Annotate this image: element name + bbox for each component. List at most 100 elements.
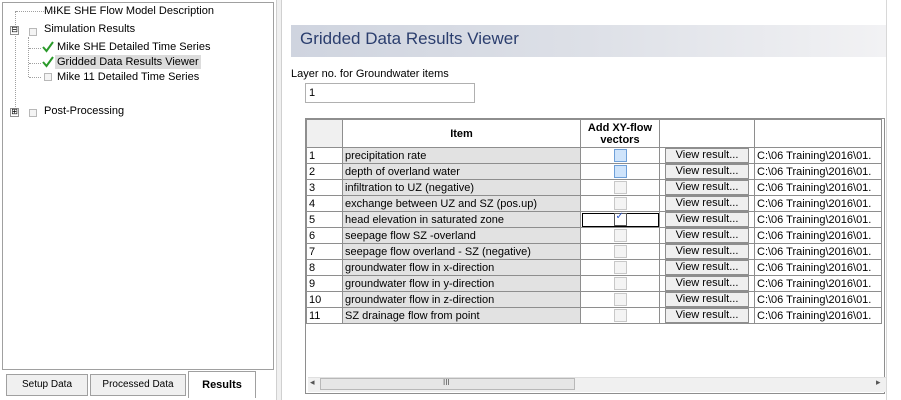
item-cell[interactable]: groundwater flow in y-direction (342, 275, 581, 292)
item-cell[interactable]: seepage flow SZ -overland (342, 227, 581, 244)
tree-item-detailed-time-series[interactable]: Mike SHE Detailed Time Series (57, 40, 210, 54)
path-cell[interactable]: C:\06 Training\2016\01. (754, 195, 882, 212)
row-number: 7 (306, 243, 343, 260)
view-result-button[interactable]: View result... (665, 180, 749, 195)
view-result-button[interactable]: View result... (665, 308, 749, 323)
table-row[interactable]: 8 groundwater flow in x-direction View res… (306, 259, 882, 276)
view-result-button[interactable]: View result... (665, 260, 749, 275)
button-column-header (659, 119, 755, 148)
button-cell: View result... (659, 243, 755, 260)
vectors-checkbox[interactable] (613, 245, 627, 258)
vectors-cell[interactable] (580, 195, 660, 212)
item-cell[interactable]: groundwater flow in x-direction (342, 259, 581, 276)
vectors-checkbox[interactable] (613, 277, 627, 290)
tree-item-post-processing[interactable]: Post-Processing (44, 104, 124, 118)
table-row[interactable]: 1 precipitation rate View result... C:\06 T… (306, 147, 882, 164)
vectors-cell[interactable] (580, 163, 660, 180)
table-row[interactable]: 9 groundwater flow in y-direction View res… (306, 275, 882, 292)
tab-processed-data[interactable]: Processed Data (90, 374, 186, 396)
view-result-button[interactable]: View result... (665, 212, 749, 227)
item-cell[interactable]: exchange between UZ and SZ (pos.up) (342, 195, 581, 212)
button-cell: View result... (659, 163, 755, 180)
results-grid: Item Add XY-flow vectors 1 precipitation r… (305, 118, 885, 394)
table-row[interactable]: 6 seepage flow SZ -overland View result...… (306, 227, 882, 244)
path-cell[interactable]: C:\06 Training\2016\01. (754, 211, 882, 228)
vectors-checkbox[interactable] (613, 293, 627, 306)
scroll-left-icon[interactable]: ◂ (310, 377, 315, 388)
vectors-cell[interactable] (580, 259, 660, 276)
path-cell[interactable]: C:\06 Training\2016\01. (754, 275, 882, 292)
collapse-icon[interactable]: ⊟ (10, 26, 19, 35)
tree-guide-line (29, 63, 41, 64)
vectors-checkbox[interactable]: ✓ (613, 213, 627, 226)
view-result-button[interactable]: View result... (665, 244, 749, 259)
vectors-cell[interactable] (580, 307, 660, 324)
scroll-right-icon[interactable]: ▸ (876, 377, 881, 388)
row-number: 9 (306, 275, 343, 292)
layer-number-label: Layer no. for Groundwater items (291, 68, 449, 80)
tree-item-simulation-results[interactable]: Simulation Results (44, 22, 135, 36)
table-row[interactable]: 4 exchange between UZ and SZ (pos.up) View… (306, 195, 882, 212)
view-result-button[interactable]: View result... (665, 292, 749, 307)
item-cell[interactable]: infiltration to UZ (negative) (342, 179, 581, 196)
row-number: 3 (306, 179, 343, 196)
tree-item-gridded-data-viewer[interactable]: Gridded Data Results Viewer (55, 55, 201, 69)
table-row[interactable]: 11 SZ drainage flow from point View result… (306, 307, 882, 324)
button-cell: View result... (659, 275, 755, 292)
item-cell[interactable]: groundwater flow in z-direction (342, 291, 581, 308)
path-cell[interactable]: C:\06 Training\2016\01. (754, 259, 882, 276)
vectors-cell[interactable] (580, 291, 660, 308)
row-number: 4 (306, 195, 343, 212)
vectors-checkbox[interactable] (613, 149, 627, 162)
table-row[interactable]: 3 infiltration to UZ (negative) View resul… (306, 179, 882, 196)
item-cell[interactable]: SZ drainage flow from point (342, 307, 581, 324)
path-cell[interactable]: C:\06 Training\2016\01. (754, 243, 882, 260)
navigation-tree[interactable]: MIKE SHE Flow Model Description ⊟ Simula… (2, 2, 274, 370)
table-row[interactable]: 10 groundwater flow in z-direction View re… (306, 291, 882, 308)
layer-number-input[interactable]: 1 (305, 83, 475, 103)
vectors-checkbox[interactable] (613, 309, 627, 322)
results-table-body: 1 precipitation rate View result... C:\06 T… (306, 147, 882, 324)
vectors-cell[interactable] (580, 147, 660, 164)
tree-item-model-description[interactable]: MIKE SHE Flow Model Description (44, 4, 214, 18)
path-cell[interactable]: C:\06 Training\2016\01. (754, 147, 882, 164)
item-cell[interactable]: depth of overland water (342, 163, 581, 180)
view-result-button[interactable]: View result... (665, 148, 749, 163)
view-result-button[interactable]: View result... (665, 228, 749, 243)
tab-setup-data[interactable]: Setup Data (6, 374, 88, 396)
vectors-cell[interactable]: ✓ (580, 211, 660, 228)
table-row[interactable]: 7 seepage flow overland - SZ (negative) Vi… (306, 243, 882, 260)
table-row[interactable]: 2 depth of overland water View result... C:… (306, 163, 882, 180)
row-number: 8 (306, 259, 343, 276)
path-cell[interactable]: C:\06 Training\2016\01. (754, 227, 882, 244)
vectors-cell[interactable] (580, 243, 660, 260)
vectors-cell[interactable] (580, 179, 660, 196)
table-row[interactable]: 5 head elevation in saturated zone ✓ View r… (306, 211, 882, 228)
vectors-checkbox[interactable] (613, 197, 627, 210)
button-cell: View result... (659, 291, 755, 308)
item-column-header: Item (342, 119, 581, 148)
vectors-checkbox[interactable] (613, 165, 627, 178)
path-cell[interactable]: C:\06 Training\2016\01. (754, 163, 882, 180)
row-number: 11 (306, 307, 343, 324)
path-cell[interactable]: C:\06 Training\2016\01. (754, 291, 882, 308)
path-cell[interactable]: C:\06 Training\2016\01. (754, 307, 882, 324)
item-cell[interactable]: seepage flow overland - SZ (negative) (342, 243, 581, 260)
vectors-checkbox[interactable] (613, 181, 627, 194)
tab-results[interactable]: Results (188, 371, 256, 398)
view-result-button[interactable]: View result... (665, 164, 749, 179)
item-cell[interactable]: precipitation rate (342, 147, 581, 164)
view-result-button[interactable]: View result... (665, 276, 749, 291)
vectors-cell[interactable] (580, 275, 660, 292)
view-result-button[interactable]: View result... (665, 196, 749, 211)
vectors-cell[interactable] (580, 227, 660, 244)
vectors-checkbox[interactable] (613, 229, 627, 242)
expand-icon[interactable]: ⊞ (10, 108, 19, 117)
path-cell[interactable]: C:\06 Training\2016\01. (754, 179, 882, 196)
row-number: 6 (306, 227, 343, 244)
vectors-checkbox[interactable] (613, 261, 627, 274)
button-cell: View result... (659, 147, 755, 164)
tree-item-mike11-time-series[interactable]: Mike 11 Detailed Time Series (57, 70, 199, 84)
page-title: Gridded Data Results Viewer (300, 29, 519, 48)
item-cell[interactable]: head elevation in saturated zone (342, 211, 581, 228)
